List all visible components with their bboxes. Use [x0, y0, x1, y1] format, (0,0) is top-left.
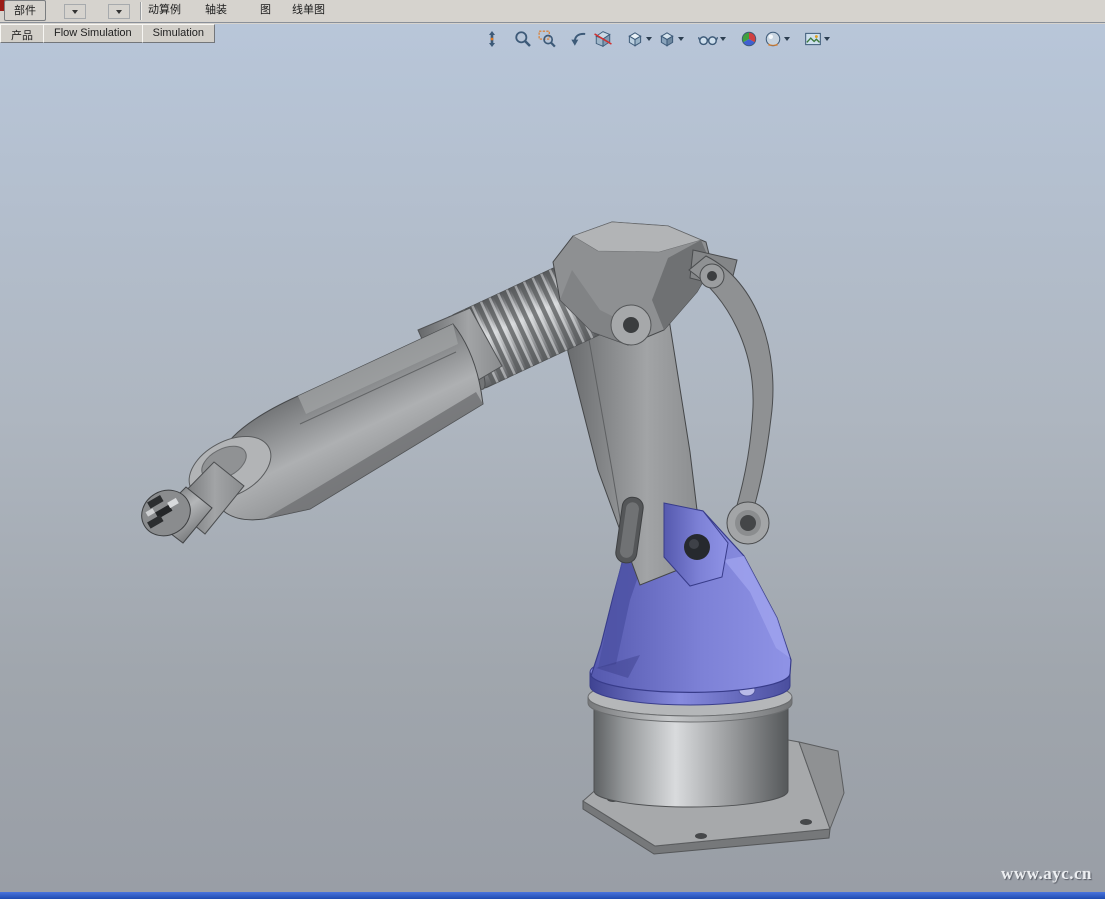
insert-component-label: 部件 [14, 5, 36, 17]
apply-scene-icon[interactable] [763, 28, 791, 50]
hide-show-items-icon[interactable] [697, 28, 727, 50]
insert-component-button[interactable]: 部件 [4, 0, 46, 21]
chevron-down-icon [720, 37, 726, 41]
watermark: www.ayc.cn [1001, 864, 1092, 884]
zoom-in-out-icon[interactable] [483, 28, 501, 50]
toolbar-label-motion-study[interactable]: 动算例 [148, 1, 181, 17]
solidworks-window: 部件 动算例 轴装 图 线单图 [0, 0, 1105, 899]
view-settings-icon[interactable] [803, 28, 831, 50]
tab-flow-simulation[interactable]: Flow Simulation [43, 24, 143, 43]
fastener-dropdown-button[interactable] [108, 4, 130, 19]
tab-simulation[interactable]: Simulation [142, 24, 215, 43]
toolbar-label-view[interactable]: 图 [260, 1, 271, 17]
taskbar-strip [0, 892, 1105, 899]
robot-arm-model[interactable] [0, 24, 1105, 892]
commandmanager-tabs: 产品 Flow Simulation Simulation [0, 24, 214, 43]
previous-view-icon[interactable] [569, 28, 589, 50]
zoom-to-fit-icon[interactable] [513, 28, 533, 50]
chevron-down-icon [678, 37, 684, 41]
chevron-down-icon [72, 10, 78, 14]
chevron-down-icon [824, 37, 830, 41]
end-effector[interactable] [133, 462, 244, 545]
section-view-icon[interactable] [593, 28, 613, 50]
top-toolbar: 部件 动算例 轴装 图 线单图 [0, 0, 1105, 23]
chevron-down-icon [646, 37, 652, 41]
toolbar-separator [140, 2, 142, 20]
chevron-down-icon [784, 37, 790, 41]
display-style-icon[interactable] [657, 28, 685, 50]
component-dropdown-button[interactable] [64, 4, 86, 19]
view-orientation-icon[interactable] [625, 28, 653, 50]
chevron-down-icon [116, 10, 122, 14]
toolbar-label-assembly[interactable]: 轴装 [205, 1, 227, 17]
zoom-to-area-icon[interactable] [537, 28, 557, 50]
graphics-area[interactable]: 产品 Flow Simulation Simulation [0, 24, 1105, 892]
view-toolbar [481, 28, 833, 50]
forearm-link[interactable] [212, 324, 483, 520]
tab-office-products[interactable]: 产品 [0, 24, 44, 43]
linkage-rod[interactable] [689, 250, 773, 544]
toolbar-label-drawing[interactable]: 线单图 [292, 1, 325, 17]
edit-appearance-icon[interactable] [739, 28, 759, 50]
